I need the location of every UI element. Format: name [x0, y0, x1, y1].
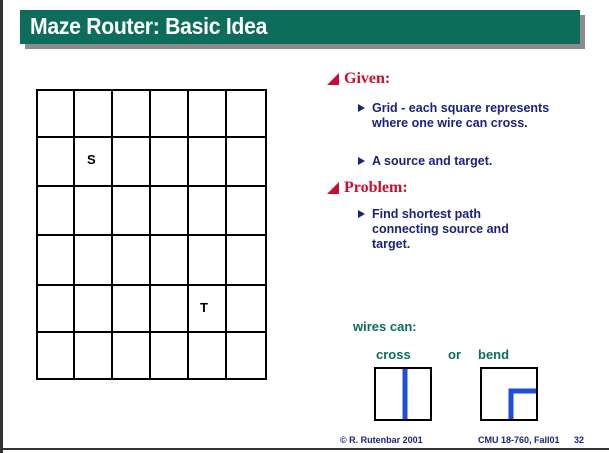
heading-marker-icon [327, 182, 339, 194]
bend-wire-box [480, 367, 538, 421]
grid-line-horizontal [36, 378, 267, 380]
slide-title: Maze Router: Basic Idea [30, 13, 268, 39]
given-bullet-grid: Grid - each square represents where one … [372, 101, 550, 130]
grid-line-horizontal [36, 331, 267, 333]
footer-course: CMU 18-760, Fall01 [478, 435, 560, 445]
heading-marker-icon [327, 73, 339, 85]
grid-line-horizontal [36, 284, 267, 286]
slide-bottom-border [0, 448, 609, 450]
problem-bullet-shortest-path: Find shortest path connecting source and… [372, 207, 509, 251]
target-cell-label: T [200, 300, 208, 315]
source-cell-label: S [87, 152, 96, 167]
maze-grid: S T [36, 89, 267, 380]
cross-wire-icon [402, 369, 408, 419]
cross-wire-box [374, 367, 432, 421]
bullet-arrow-icon [358, 210, 365, 218]
grid-line-horizontal [36, 89, 267, 91]
footer-page-number: 32 [574, 435, 585, 445]
title-bar: Maze Router: Basic Idea [20, 10, 580, 44]
bullet-arrow-icon [358, 104, 365, 112]
bullet-arrow-icon [358, 157, 365, 165]
or-label: or [448, 347, 461, 362]
bend-label: bend [478, 347, 510, 362]
bend-wire-icon [508, 388, 536, 419]
grid-line-horizontal [36, 185, 267, 187]
given-heading: Given: [344, 70, 391, 87]
grid-line-horizontal [36, 234, 267, 236]
grid-line-horizontal [36, 136, 267, 138]
problem-heading: Problem: [344, 179, 408, 196]
cross-label: cross [376, 347, 411, 362]
slide: Maze Router: Basic Idea S T Given: Grid … [0, 0, 609, 453]
given-bullet-source-target: A source and target. [372, 154, 493, 168]
footer-copyright: © R. Rutenbar 2001 [340, 435, 423, 445]
slide-left-border [0, 0, 3, 453]
wires-can-heading: wires can: [353, 319, 417, 334]
